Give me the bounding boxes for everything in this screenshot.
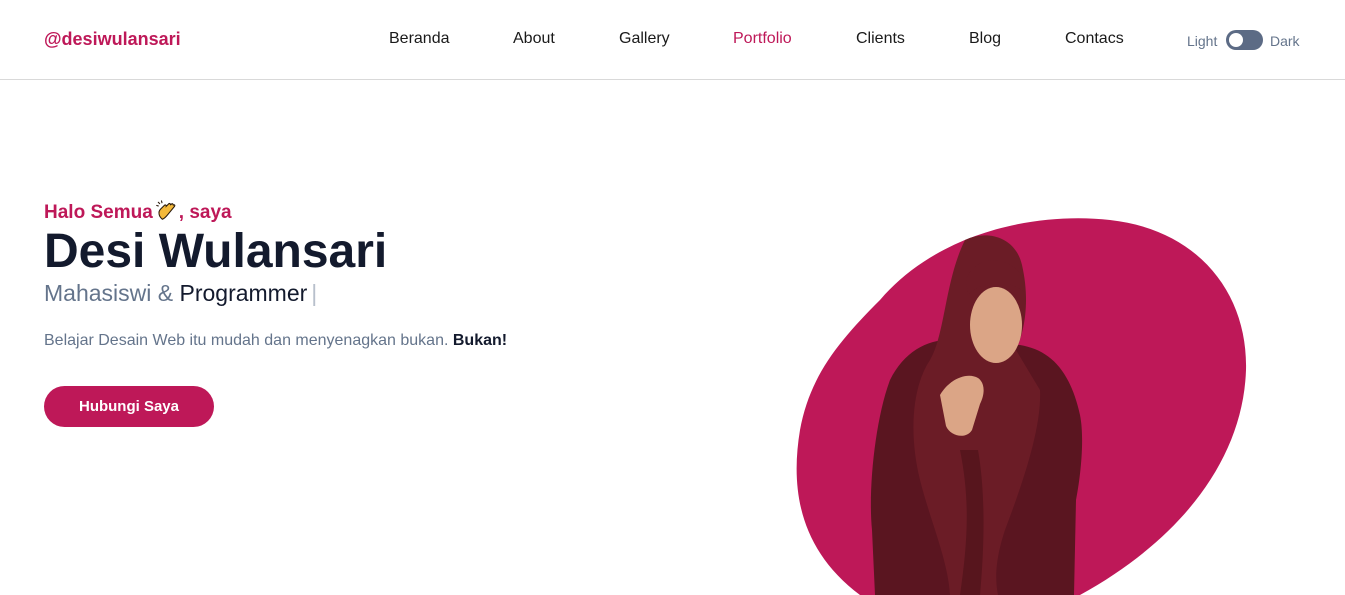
theme-light-label: Light — [1187, 33, 1218, 49]
waving-hand-icon — [155, 200, 176, 220]
nav-menu: Beranda About Gallery Portfolio Clients … — [0, 30, 1345, 52]
hero-role: Mahasiswi & Programmer | — [44, 280, 317, 307]
nav-link-about[interactable]: About — [513, 30, 555, 48]
nav-link-gallery[interactable]: Gallery — [619, 30, 670, 48]
hero-visual — [780, 200, 1280, 595]
nav-link-contacs[interactable]: Contacs — [1065, 30, 1124, 48]
theme-toggle-switch[interactable] — [1226, 30, 1263, 50]
hero-name: Desi Wulansari — [44, 225, 388, 278]
hero-description: Belajar Desain Web itu mudah dan menyena… — [44, 332, 507, 350]
theme-dark-label: Dark — [1270, 33, 1300, 49]
nav-link-beranda[interactable]: Beranda — [389, 30, 450, 48]
role-static-text: Mahasiswi & — [44, 280, 180, 306]
toggle-knob — [1229, 33, 1243, 47]
role-typed-text: Programmer — [179, 280, 308, 306]
description-emphasis: Bukan! — [452, 332, 508, 349]
greeting-text: Halo Semua — [44, 202, 153, 223]
theme-toggle: Light Dark — [1187, 30, 1307, 50]
description-text: Belajar Desain Web itu mudah dan menyena… — [44, 332, 453, 349]
nav-link-portfolio[interactable]: Portfolio — [733, 30, 792, 48]
typing-cursor: | — [311, 280, 318, 306]
contact-button[interactable]: Hubungi Saya — [44, 386, 214, 427]
greeting-suffix: , saya — [178, 202, 232, 223]
hero-greeting: Halo Semua , saya — [44, 200, 232, 224]
navbar: @desiwulansari Beranda About Gallery Por… — [0, 0, 1345, 80]
nav-link-blog[interactable]: Blog — [969, 30, 1001, 48]
portrait-image — [796, 218, 1247, 595]
nav-link-clients[interactable]: Clients — [856, 30, 905, 48]
